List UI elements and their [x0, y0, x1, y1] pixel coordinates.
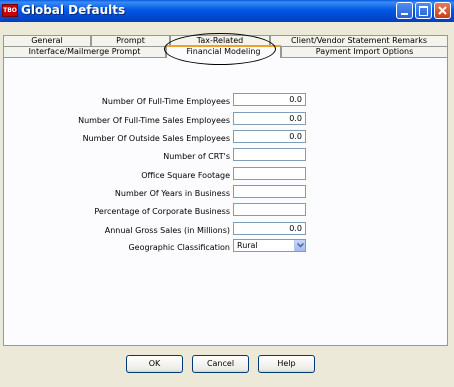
tab-interface-mailmerge-prompt[interactable]: Interface/Mailmerge Prompt: [3, 46, 166, 57]
global-defaults-window: TBO Global Defaults General Prompt Tax-R…: [0, 0, 454, 387]
financial-modeling-panel: [3, 57, 448, 346]
years-in-business-input[interactable]: [233, 185, 306, 198]
tab-payment-import-options[interactable]: Payment Import Options: [281, 46, 448, 57]
full-time-sales-employees-input[interactable]: 0.0: [233, 112, 306, 125]
geographic-classification-value: Rural: [237, 241, 258, 250]
ok-button[interactable]: OK: [126, 355, 183, 373]
geographic-classification-select[interactable]: Rural: [233, 239, 306, 252]
tab-financial-modeling[interactable]: Financial Modeling: [166, 45, 281, 58]
app-icon: TBO: [2, 4, 18, 17]
title-bar[interactable]: TBO Global Defaults: [0, 0, 454, 22]
close-icon[interactable]: [434, 2, 451, 19]
cancel-button[interactable]: Cancel: [192, 355, 249, 373]
percentage-corporate-business-input[interactable]: [233, 203, 306, 216]
help-button[interactable]: Help: [258, 355, 315, 373]
maximize-icon[interactable]: [415, 2, 432, 19]
window-title: Global Defaults: [21, 3, 126, 17]
outside-sales-employees-input[interactable]: 0.0: [233, 130, 306, 143]
tab-client-vendor-statement-remarks[interactable]: Client/Vendor Statement Remarks: [270, 35, 448, 46]
annual-gross-sales-input[interactable]: 0.0: [233, 222, 306, 235]
minimize-icon[interactable]: [396, 2, 413, 19]
tab-general[interactable]: General: [3, 35, 91, 46]
number-of-crts-input[interactable]: [233, 148, 306, 161]
full-time-employees-input[interactable]: 0.0: [233, 93, 306, 106]
office-square-footage-input[interactable]: [233, 167, 306, 180]
chevron-down-icon[interactable]: [294, 240, 305, 251]
tab-prompt[interactable]: Prompt: [91, 35, 170, 46]
